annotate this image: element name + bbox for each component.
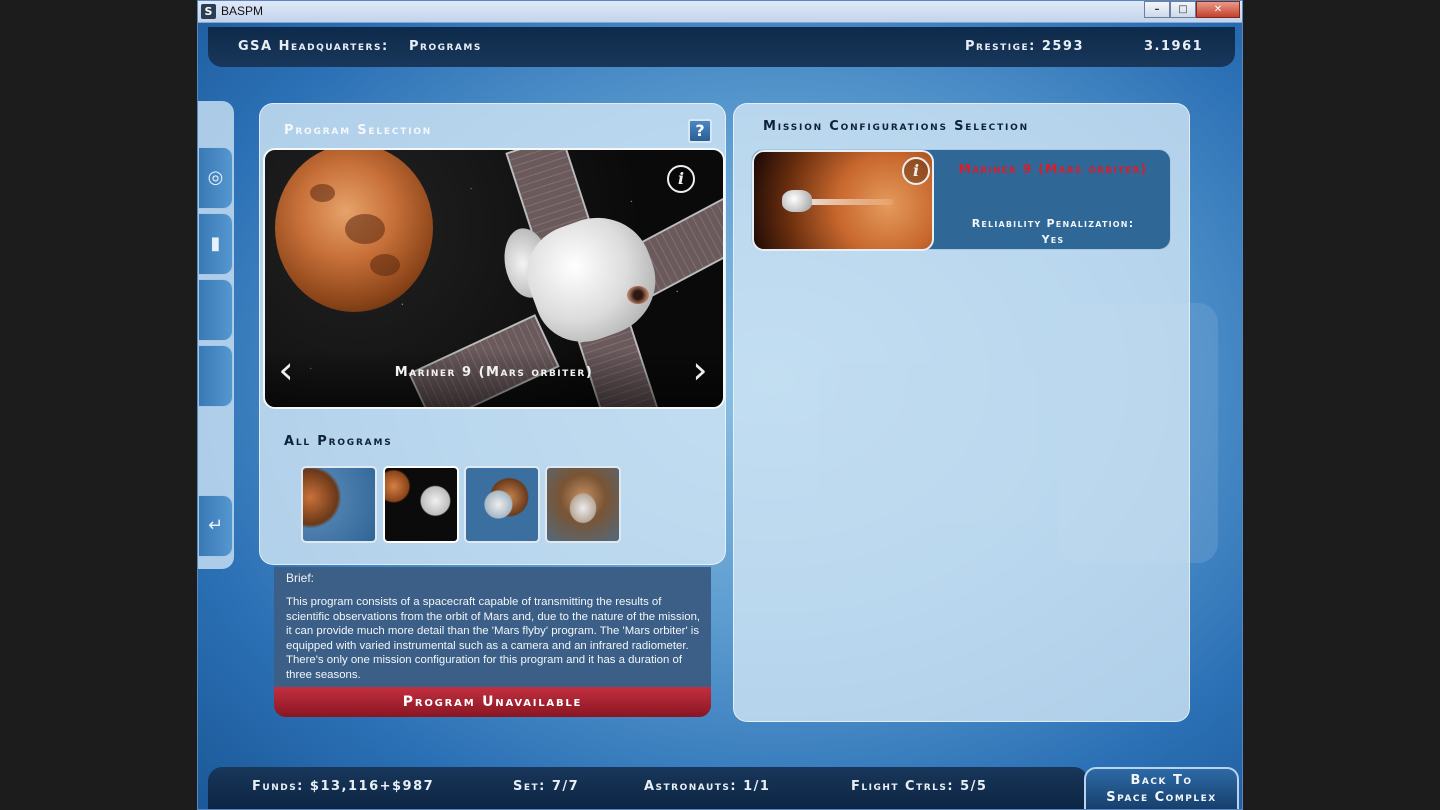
program-thumbnail[interactable]: [301, 466, 377, 543]
funds-value: Funds: $13,116+$987: [252, 779, 435, 794]
brief-label: Brief:: [286, 571, 315, 585]
letterbox-left: [0, 0, 197, 810]
breadcrumb-section: GSA Headquarters:: [238, 39, 389, 54]
program-thumbnail-selected[interactable]: [383, 466, 459, 543]
version-value: 3.1961: [1144, 39, 1204, 54]
prestige-value: Prestige: 2593: [965, 39, 1085, 54]
brief-text: This program consists of a spacecraft ca…: [286, 596, 701, 681]
minimize-button[interactable]: –: [1144, 1, 1170, 18]
program-selection-panel: Program Selection ? i Mariner 9 (Mars or…: [259, 103, 726, 565]
back-button-line2: Space Complex: [1106, 790, 1217, 805]
help-button[interactable]: ?: [688, 119, 712, 143]
target-icon[interactable]: ◎: [198, 147, 233, 209]
mission-configurations-title: Mission Configurations Selection: [763, 119, 1029, 134]
program-image: i Mariner 9 (Mars orbiter) ‹ ›: [263, 148, 725, 409]
info-icon[interactable]: i: [667, 165, 695, 193]
app-icon: S: [201, 4, 216, 19]
mission-configurations-panel: Mission Configurations Selection i Marin…: [733, 103, 1190, 722]
set-value: Set: 7/7: [513, 779, 580, 794]
window-titlebar[interactable]: S BASPM – □ ✕: [198, 1, 1242, 23]
engine-nozzle-image: [627, 286, 649, 304]
window-title: BASPM: [221, 4, 264, 18]
reliability-penalty: Reliability Penalization: Yes: [942, 216, 1164, 248]
astronauts-value: Astronauts: 1/1: [644, 779, 771, 794]
game-stage: GSA Headquarters: Programs Prestige: 259…: [198, 23, 1242, 809]
program-thumbnail[interactable]: [464, 466, 540, 543]
program-unavailable-button[interactable]: Program Unavailable: [274, 687, 711, 717]
mars-planet-image: [275, 150, 433, 312]
return-icon[interactable]: ↵: [198, 495, 233, 557]
program-thumbnail[interactable]: [545, 466, 621, 543]
window-controls: – □ ✕: [1144, 1, 1240, 18]
mission-name: Mariner 9 (Mars orbiter): [958, 161, 1148, 176]
program-brief: Brief: This program consists of a spacec…: [274, 567, 711, 717]
all-programs-title: All Programs: [284, 434, 393, 449]
mission-config-card[interactable]: i Mariner 9 (Mars orbiter) Reliability P…: [751, 149, 1171, 251]
close-button[interactable]: ✕: [1196, 1, 1240, 18]
back-to-space-complex-button[interactable]: Back To Space Complex: [1084, 767, 1239, 809]
reliability-penalty-label: Reliability Penalization:: [971, 217, 1135, 230]
next-program-button[interactable]: ›: [685, 350, 715, 390]
breadcrumb-page: Programs: [409, 39, 482, 54]
selected-program-name: Mariner 9 (Mars orbiter): [394, 365, 594, 380]
app-window: S BASPM – □ ✕ GSA Headquarters: Programs…: [197, 0, 1243, 810]
prev-program-button[interactable]: ‹: [271, 350, 301, 390]
sidebar: ◎ ▮ ↵: [198, 101, 234, 569]
status-bar: Funds: $13,116+$987 Set: 7/7 Astronauts:…: [208, 767, 1088, 809]
mission-thumbnail: i: [752, 150, 934, 251]
header-bar: GSA Headquarters: Programs Prestige: 259…: [208, 27, 1235, 67]
letterbox-right: [1243, 0, 1440, 810]
sidebar-tab[interactable]: [198, 279, 233, 341]
document-icon[interactable]: ▮: [198, 213, 233, 275]
reliability-penalty-value: Yes: [1041, 233, 1065, 246]
info-icon[interactable]: i: [902, 157, 930, 185]
sidebar-tab[interactable]: [198, 345, 233, 407]
back-button-line1: Back To: [1130, 773, 1193, 788]
flight-controllers-value: Flight Ctrls: 5/5: [851, 779, 988, 794]
maximize-button[interactable]: □: [1170, 1, 1196, 18]
program-selection-title: Program Selection: [284, 123, 433, 138]
spacecraft-image: [782, 190, 812, 212]
